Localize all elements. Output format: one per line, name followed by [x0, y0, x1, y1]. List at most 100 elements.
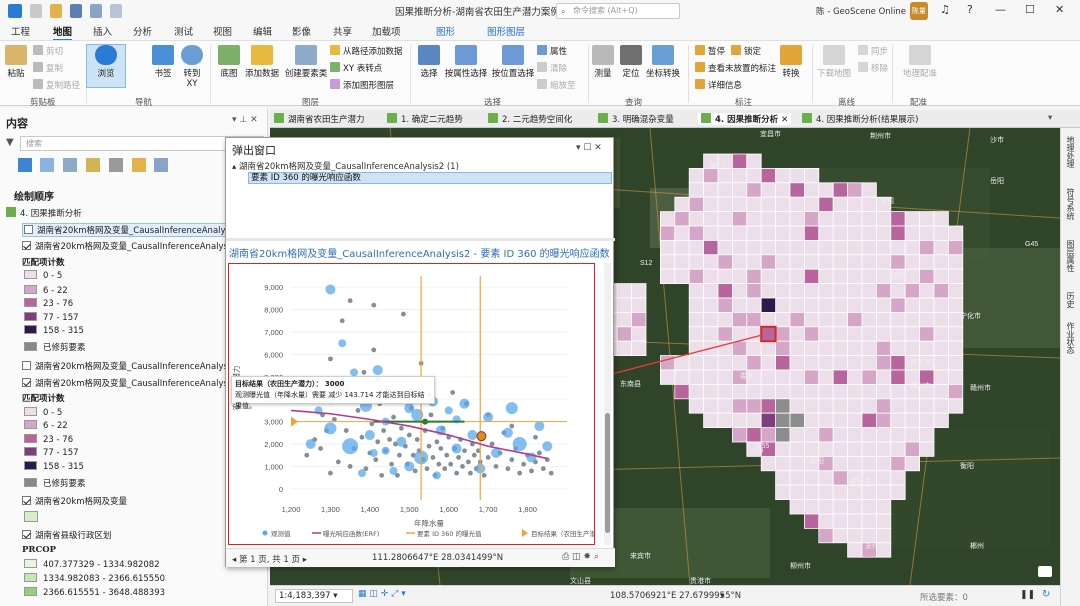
copy-path-button[interactable]: 复制路径: [33, 79, 80, 91]
list-by-labeling-icon[interactable]: [132, 158, 146, 172]
tab-project[interactable]: 工程: [11, 24, 30, 38]
sync-button[interactable]: 同步: [858, 45, 888, 57]
tab-imagery[interactable]: 影像: [292, 24, 311, 38]
add-from-path-button[interactable]: 从路径添加数据: [330, 45, 403, 57]
redo-icon[interactable]: [110, 4, 122, 18]
explore-button[interactable]: 浏览: [86, 44, 126, 88]
open-icon[interactable]: [50, 4, 62, 18]
save-icon[interactable]: [70, 4, 82, 18]
georeference-button[interactable]: 地理配准: [896, 45, 944, 79]
tab-graphics-layer[interactable]: 图形图层: [487, 24, 525, 38]
layer-visibility-checkbox[interactable]: [22, 378, 31, 387]
tab-view[interactable]: 视图: [213, 24, 232, 38]
tab-map-2[interactable]: 1. 确定二元趋势: [387, 113, 463, 125]
layer-item[interactable]: 湖南省20km格网及变量: [22, 495, 127, 507]
user-name[interactable]: 陈 - GeoScene Online: [816, 5, 906, 17]
layer-item[interactable]: 湖南省县级行政区划: [22, 529, 112, 541]
new-icon[interactable]: [30, 4, 42, 18]
help-icon[interactable]: ?: [967, 3, 973, 16]
tab-analysis[interactable]: 分析: [133, 24, 152, 38]
popup-splitter[interactable]: [226, 238, 615, 241]
avatar[interactable]: 陈量: [910, 2, 928, 20]
grid-cell: [904, 326, 921, 342]
attributes-button[interactable]: 属性: [537, 45, 567, 57]
add-data-button[interactable]: 添加数据: [240, 45, 284, 79]
close-icon[interactable]: ✕: [1055, 3, 1064, 16]
page-navigation[interactable]: ◂ 第 1 页, 共 1 页 ▸: [232, 553, 307, 565]
tab-share[interactable]: 共享: [333, 24, 352, 38]
undo-icon[interactable]: [90, 4, 102, 18]
cut-button[interactable]: 剪切: [33, 45, 63, 57]
list-by-perspective-icon[interactable]: [154, 158, 168, 172]
tab-history[interactable]: 历史: [1065, 292, 1076, 308]
list-by-snapping-icon[interactable]: [109, 158, 123, 172]
tab-map-1[interactable]: 湖南省农田生产潜力: [274, 113, 365, 125]
map-item[interactable]: 4. 因果推断分析: [6, 207, 82, 219]
popup-layer-node[interactable]: ▴ 湖南省20km格网及变量_CausalInferenceAnalysis2 …: [232, 160, 459, 172]
layer-visibility-checkbox[interactable]: [22, 496, 31, 505]
add-graphics-layer-button[interactable]: 添加图形图层: [330, 79, 394, 91]
remove-button[interactable]: 移除: [858, 62, 888, 74]
tab-layer-properties[interactable]: 图层属性: [1065, 240, 1076, 272]
popup-window-controls[interactable]: ▾ ☐ ✕: [576, 143, 602, 153]
lock-labels-button[interactable]: 锁定: [731, 45, 761, 57]
tab-job-status[interactable]: 作业状态: [1065, 322, 1076, 354]
layer-visibility-checkbox[interactable]: [22, 361, 31, 370]
pause-labels-button[interactable]: 暂停: [695, 45, 725, 57]
list-by-selection-icon[interactable]: [63, 158, 77, 172]
copy-button[interactable]: 复制: [33, 62, 63, 74]
filter-icon[interactable]: ▼: [6, 137, 14, 148]
xy-to-point-button[interactable]: XY 表转点: [330, 62, 382, 74]
tab-geoprocessing[interactable]: 地理处理: [1065, 136, 1076, 168]
tab-list-icon[interactable]: ▾: [1048, 113, 1052, 123]
goto-xy-button[interactable]: 转到 XY: [172, 45, 212, 89]
layer-item[interactable]: 湖南省20km格网及变量_CausalInferenceAnalysi…: [22, 377, 239, 389]
tab-addins[interactable]: 加载项: [372, 24, 401, 38]
grid-cell: [832, 326, 849, 342]
status-tools-icon[interactable]: ▦ ◫ ✛ ⤢ ▾: [358, 589, 406, 599]
scale-selector[interactable]: 1:4,183,397 ▾: [275, 589, 353, 603]
tab-map-6[interactable]: 4. 因果推断分析(结果展示): [802, 113, 918, 125]
popup-footer-icons[interactable]: ⎙ ◫ ✸ ⌕: [562, 552, 599, 562]
layer-visibility-checkbox[interactable]: [22, 241, 31, 250]
list-by-source-icon[interactable]: [40, 158, 54, 172]
list-by-drawing-order-icon[interactable]: [18, 158, 32, 172]
select-by-location-button[interactable]: 按位置选择: [490, 45, 536, 79]
drawing-order-heading: 绘制顺序: [14, 192, 54, 203]
minimize-icon[interactable]: —: [995, 3, 1006, 16]
download-map-button[interactable]: 下载地图: [812, 45, 856, 79]
pane-options-icon[interactable]: ▾ ⊥ ✕: [232, 115, 258, 125]
paste-button[interactable]: 粘贴: [0, 45, 36, 79]
tab-map[interactable]: 地图: [53, 24, 73, 41]
tab-edit[interactable]: 编辑: [253, 24, 272, 38]
tab-test[interactable]: 测试: [174, 24, 193, 38]
popup-scrollbar[interactable]: [604, 263, 611, 545]
layer-item[interactable]: 湖南省20km格网及变量_CausalInferenceAnalysi…: [22, 360, 239, 372]
tab-map-5[interactable]: 4. 因果推断分析 ✕: [698, 113, 792, 125]
command-search-input[interactable]: ⌕ 命令搜索 (Alt+Q): [556, 3, 680, 19]
zoom-to-button[interactable]: 缩放至: [537, 79, 576, 91]
layer-item[interactable]: 湖南省20km格网及变量_CausalInferenceAnalysi…: [22, 240, 239, 252]
notification-icon[interactable]: ♫: [940, 3, 950, 16]
convert-coordinates-button[interactable]: 坐标转换: [640, 45, 686, 79]
select-by-attributes-button[interactable]: 按属性选择: [443, 45, 489, 79]
more-info-button[interactable]: 详细信息: [695, 79, 742, 91]
convert-labels-button[interactable]: 转换: [771, 45, 811, 79]
popup-feature-node[interactable]: 要素 ID 360 的曝光响应函数: [248, 172, 612, 184]
create-feature-class-button[interactable]: 创建要素类: [282, 45, 330, 79]
refresh-icon[interactable]: ↻: [1042, 589, 1050, 600]
layer-visibility-checkbox[interactable]: [24, 225, 33, 234]
units-dropdown[interactable]: ▾: [720, 591, 724, 601]
pause-drawing-icon[interactable]: ❚❚: [1020, 590, 1035, 600]
tab-map-4[interactable]: 3. 明确混杂变量: [598, 113, 674, 125]
view-unplaced-button[interactable]: 查看未放置的标注: [695, 62, 776, 74]
maximize-icon[interactable]: ☐: [1025, 3, 1035, 16]
tab-graphics[interactable]: 图形: [436, 24, 455, 38]
tab-insert[interactable]: 插入: [93, 24, 112, 38]
tab-symbology[interactable]: 符号系统: [1065, 188, 1076, 220]
layer-visibility-checkbox[interactable]: [22, 530, 31, 539]
scrollbar-thumb[interactable]: [605, 413, 610, 533]
clear-button[interactable]: 清除: [537, 62, 567, 74]
tab-map-3[interactable]: 2. 二元趋势空间化: [488, 113, 572, 125]
list-by-editing-icon[interactable]: [86, 158, 100, 172]
